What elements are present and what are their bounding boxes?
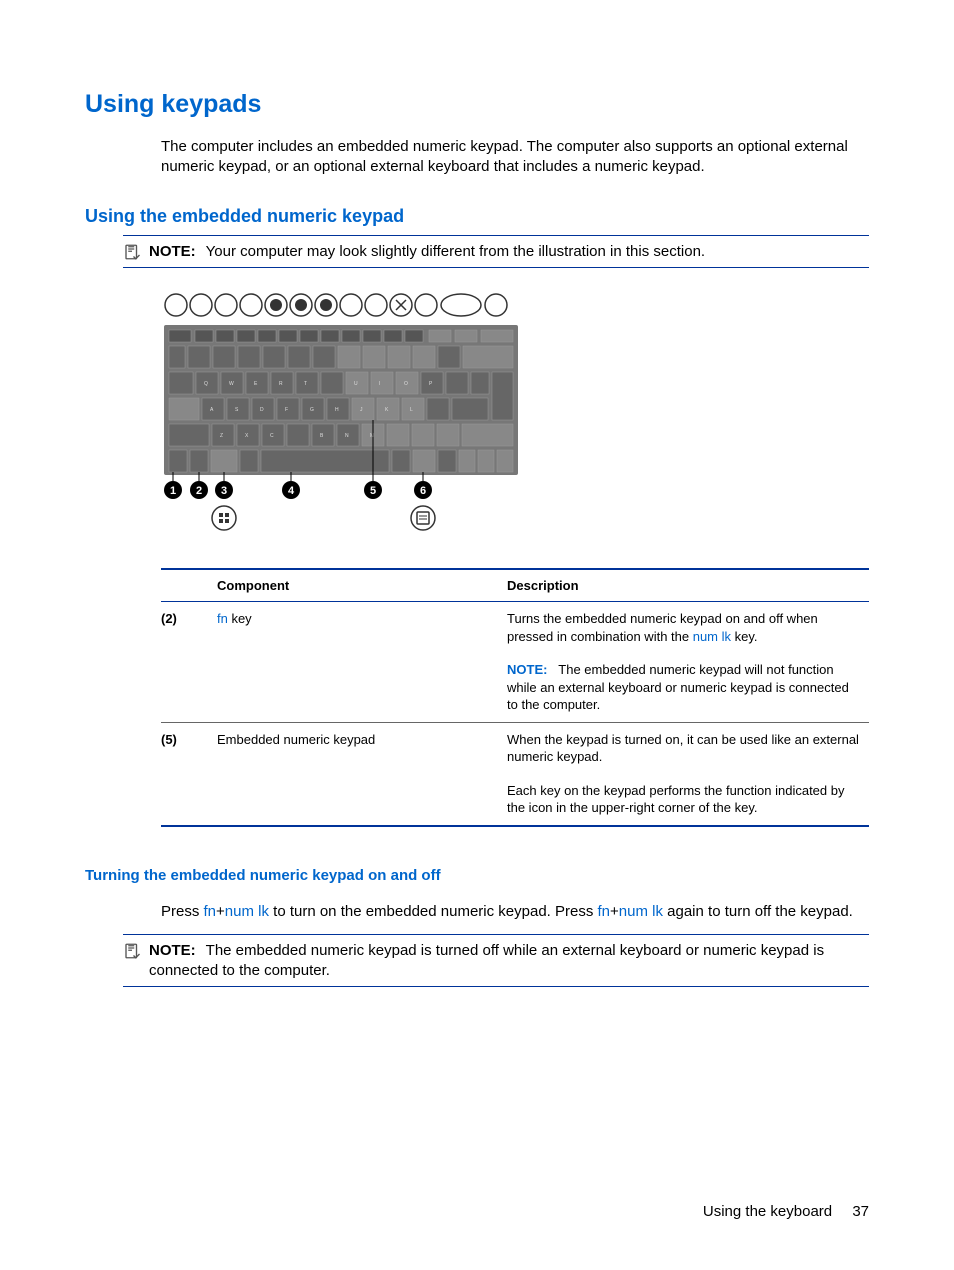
svg-text:I: I [379,381,380,387]
svg-text:T: T [304,381,307,387]
svg-text:R: R [279,381,283,387]
svg-text:M: M [370,433,374,439]
heading-using-keypads: Using keypads [85,90,869,119]
intro-paragraph: The computer includes an embedded numeri… [161,137,869,178]
table-row: Each key on the keypad performs the func… [161,774,869,826]
note-icon [123,942,141,960]
svg-text:O: O [404,381,408,387]
svg-text:Q: Q [204,381,208,387]
row1-desc1: Turns the embedded numeric keypad on and… [501,602,869,654]
svg-text:C: C [270,433,274,439]
heading-turning-on-off: Turning the embedded numeric keypad on a… [85,867,869,884]
keyboard-illustration: QWER TUIOP ASDF GHJKL ZXCBNM 1 2 3 4 5 6 [161,290,869,544]
svg-text:D: D [260,407,264,413]
note-label-1: NOTE: [149,243,196,260]
table-header-blank [161,569,211,602]
svg-text:3: 3 [221,485,227,497]
row2-desc1: When the keypad is turned on, it can be … [501,722,869,774]
note-label-2: NOTE: [149,942,196,959]
svg-text:2: 2 [196,485,202,497]
svg-text:Z: Z [220,433,223,439]
svg-text:5: 5 [370,485,376,497]
note-content-2: NOTE:The embedded numeric keypad is turn… [149,941,869,980]
note-block-1: NOTE: Your computer may look slightly dif… [123,235,869,269]
svg-text:G: G [310,407,314,413]
table-header-component: Component [211,569,501,602]
note-icon [123,243,141,261]
table-row: NOTE: The embedded numeric keypad will n… [161,653,869,722]
svg-text:N: N [345,433,349,439]
page-footer: Using the keyboard 37 [703,1203,869,1220]
heading-embedded-keypad: Using the embedded numeric keypad [85,206,869,227]
row2-component: Embedded numeric keypad [211,722,501,774]
svg-text:4: 4 [288,485,295,497]
footer-text: Using the keyboard [703,1203,832,1220]
note-text-1: Your computer may look slightly differen… [206,243,705,260]
table-row: (2) fn key Turns the embedded numeric ke… [161,602,869,654]
component-table: Component Description (2) fn key Turns t… [161,568,869,827]
row2-desc2: Each key on the keypad performs the func… [501,774,869,826]
note-content-1: NOTE: Your computer may look slightly dif… [149,242,705,262]
svg-text:H: H [335,407,339,413]
table-header-description: Description [501,569,869,602]
row1-note: NOTE: The embedded numeric keypad will n… [501,653,869,722]
footer-page-number: 37 [852,1203,869,1220]
note-block-2: NOTE:The embedded numeric keypad is turn… [123,934,869,987]
svg-text:1: 1 [170,485,176,497]
note-text-2: The embedded numeric keypad is turned of… [149,942,824,979]
svg-text:U: U [354,381,358,387]
body-paragraph-3: Press fn+num lk to turn on the embedded … [161,902,869,922]
svg-text:L: L [410,407,413,413]
row2-num: (5) [161,722,211,774]
row1-num: (2) [161,602,211,654]
svg-text:6: 6 [420,485,426,497]
svg-text:F: F [285,407,288,413]
table-row: (5) Embedded numeric keypad When the key… [161,722,869,774]
svg-text:W: W [229,381,234,387]
row1-component: fn key [211,602,501,654]
